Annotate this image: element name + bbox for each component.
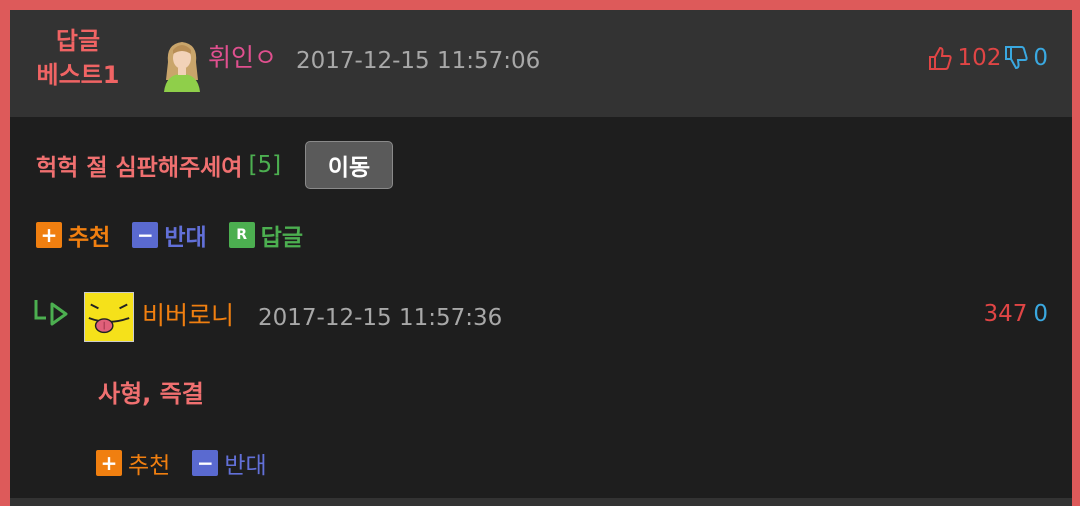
reply-recommend-label: 추천	[128, 453, 171, 479]
author-avatar[interactable]	[158, 36, 206, 92]
reply-vote-counts: 347 0	[983, 296, 1048, 332]
reply-author-name[interactable]: 비버로니	[142, 298, 234, 334]
oppose-label: 반대	[164, 225, 207, 251]
reply-down-count: 0	[1033, 301, 1048, 327]
best-reply-badge: 답글 베스트1	[28, 24, 128, 92]
reply-oppose-label: 반대	[224, 453, 267, 479]
reply-icon: R	[228, 222, 255, 248]
oppose-button[interactable]: − 반대	[132, 218, 207, 252]
divider	[10, 498, 1072, 506]
reply-actions: + 추천 − 반대	[96, 446, 289, 480]
reply-arrow-icon	[34, 300, 68, 326]
thumbs-down-icon[interactable]	[1003, 45, 1029, 71]
minus-icon: −	[132, 222, 159, 248]
vote-counts: 102 0	[927, 40, 1048, 76]
reply-oppose-button[interactable]: − 반대	[192, 446, 267, 480]
plus-icon: +	[96, 450, 122, 476]
comment-frame: 답글 베스트1 휘인ㅇ 2017-12-15 11:57:06 102 0 헉헉…	[10, 10, 1072, 506]
recommend-button[interactable]: + 추천	[36, 218, 110, 252]
reply-author-avatar[interactable]	[84, 292, 134, 342]
badge-line1: 답글	[55, 27, 101, 55]
reply-date: 2017-12-15 11:57:36	[258, 305, 503, 331]
reply-content: 사형, 즉결	[98, 380, 204, 408]
comment-header: 답글 베스트1 휘인ㅇ 2017-12-15 11:57:06 102 0	[10, 10, 1072, 117]
plus-icon: +	[36, 222, 62, 248]
post-title-row: 헉헉 절 심판해주세여 [5] 이동	[36, 141, 394, 189]
reply-label: 답글	[260, 225, 303, 251]
author-name[interactable]: 휘인ㅇ	[208, 40, 277, 76]
reply-button[interactable]: R 답글	[228, 218, 303, 252]
recommend-label: 추천	[68, 225, 111, 251]
reply-recommend-button[interactable]: + 추천	[96, 446, 170, 480]
up-vote-count: 102	[957, 45, 1002, 71]
reply-up-count: 347	[983, 301, 1028, 327]
move-button[interactable]: 이동	[305, 141, 394, 189]
badge-line2: 베스트1	[36, 61, 120, 89]
thumbs-up-icon[interactable]	[927, 45, 953, 71]
minus-icon: −	[192, 450, 219, 476]
down-vote-count: 0	[1033, 45, 1048, 71]
comment-count: [5]	[248, 152, 282, 178]
post-title-link[interactable]: 헉헉 절 심판해주세여	[36, 148, 242, 182]
comment-actions: + 추천 − 반대 R 답글	[36, 218, 325, 252]
comment-date: 2017-12-15 11:57:06	[296, 48, 541, 74]
